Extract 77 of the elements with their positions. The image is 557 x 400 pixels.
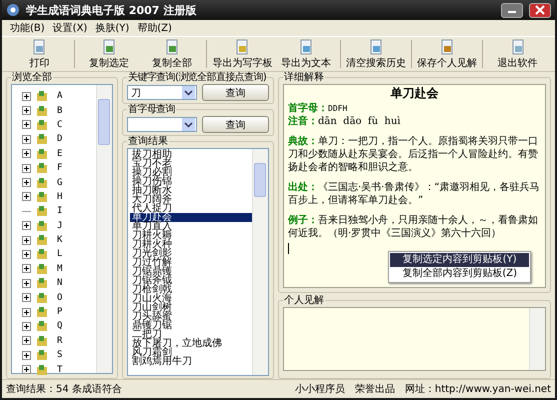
- context-menu-item[interactable]: 复制选定内容到剪贴板(Y): [390, 253, 529, 267]
- group-title: 个人见解: [283, 295, 325, 306]
- result-item[interactable]: 刀锯斧钺: [130, 276, 252, 285]
- context-menu-item[interactable]: 复制全部内容到剪贴板(Z): [390, 267, 529, 281]
- result-item[interactable]: 鼎镬刀锯: [130, 321, 252, 330]
- toolbar-button[interactable]: 复制全部: [140, 38, 204, 70]
- result-item[interactable]: 割鸡焉用牛刀: [130, 357, 252, 366]
- menu-item[interactable]: 功能(B): [10, 21, 45, 35]
- tree-item[interactable]: F: [22, 160, 96, 176]
- toolbar-button[interactable]: 清空搜索历史: [344, 38, 408, 70]
- result-item[interactable]: 操刀伤锦: [130, 177, 252, 186]
- menu-item[interactable]: 帮助(Z): [137, 21, 172, 35]
- result-item[interactable]: 单刀直入: [130, 222, 252, 231]
- result-item[interactable]: 风刀霜剑: [130, 348, 252, 357]
- tree-item[interactable]: O: [22, 290, 96, 305]
- toolbar-button[interactable]: 导出为文本: [274, 38, 338, 70]
- group-title: 查询结果: [127, 136, 169, 147]
- tree-item[interactable]: T: [22, 362, 96, 377]
- tree-item[interactable]: K: [22, 232, 96, 248]
- tree-item[interactable]: B: [22, 103, 96, 118]
- status-text: 小小程序员: [294, 382, 345, 396]
- result-item[interactable]: 刀耕火耨: [130, 231, 252, 240]
- keyword-dropdown[interactable]: 刀: [127, 85, 197, 100]
- result-item[interactable]: 二把刀: [130, 330, 252, 339]
- tree-item[interactable]: J: [22, 218, 96, 233]
- result-item[interactable]: 刀枪剑戟: [130, 285, 252, 294]
- status-text: 查询结果：54 条成语符合: [6, 382, 122, 396]
- result-item[interactable]: 抽刀断水: [130, 186, 252, 195]
- result-item[interactable]: 放下屠刀，立地成佛: [130, 339, 252, 348]
- group-title: 浏览全部: [11, 72, 53, 83]
- result-item[interactable]: 操刀必割: [130, 168, 252, 177]
- tree-item[interactable]: N: [22, 276, 96, 290]
- result-item[interactable]: 刀山剑树: [130, 303, 252, 312]
- tree-item[interactable]: S: [22, 348, 96, 362]
- result-item[interactable]: 拔刀相助: [130, 150, 252, 159]
- detail-field-text: 首字母：DDFH: [288, 102, 348, 115]
- result-item[interactable]: 大刀阔斧: [130, 195, 252, 204]
- tree-item[interactable]: L: [22, 247, 96, 262]
- result-item[interactable]: 刀过竹解: [130, 258, 252, 267]
- toolbar-button[interactable]: 保存个人见解: [415, 38, 480, 70]
- search-button[interactable]: 查询: [202, 84, 269, 101]
- detail-field-text: 出处：《三国志·吴书·鲁肃传》：“肃邀羽相见，各驻兵马百步上，但请将军单刀赴会。”: [288, 181, 541, 207]
- toolbar-button[interactable]: 导出为写字板: [210, 38, 274, 70]
- result-item[interactable]: 刀耕火种: [130, 240, 252, 249]
- tree-item[interactable]: C: [22, 118, 96, 132]
- status-text: 荣誉出品: [354, 382, 395, 396]
- status-text: 网址：http://www.yan-wei.net: [404, 382, 551, 396]
- tree-item[interactable]: G: [22, 175, 96, 190]
- detail-field-text: 典故：单刀：一把刀，指一个人。原指蜀将关羽只带一口刀和少数随从赴东吴宴会。后泛指一个人冒险赴约。有赞扬赴会者的智略和胆识之意。: [288, 135, 539, 174]
- result-item[interactable]: 代人捉刀: [130, 204, 252, 213]
- toolbar-button[interactable]: 退出软件: [486, 38, 549, 70]
- group-title: 关键字查询(浏览全部直接点查询): [127, 72, 268, 83]
- tree-item[interactable]: D: [22, 132, 96, 147]
- menu-item[interactable]: 换肤(Y): [95, 21, 130, 35]
- tree-item[interactable]: H: [22, 190, 96, 204]
- tree-item[interactable]: M: [22, 262, 96, 276]
- detail-field-text: 注音：dān dāo fù huì: [288, 115, 402, 128]
- toolbar-button[interactable]: 复制选定: [78, 38, 141, 70]
- window-title: 学生成语词典电子版 2007 注册版: [26, 2, 196, 18]
- menu-item[interactable]: 设置(X): [52, 21, 88, 35]
- group-title: 详细解释: [283, 72, 325, 83]
- result-item[interactable]: 刀头舔蜜: [130, 312, 252, 321]
- tree-item[interactable]: E: [22, 146, 96, 161]
- toolbar-button[interactable]: 打印: [8, 38, 71, 70]
- tree-item[interactable]: I: [22, 204, 96, 219]
- tree-item[interactable]: P: [22, 304, 96, 320]
- tree-item[interactable]: Q: [22, 319, 96, 334]
- result-item[interactable]: 刀山火海: [130, 294, 252, 303]
- result-item[interactable]: 刀光剑影: [130, 249, 252, 258]
- search-button[interactable]: 查询: [202, 116, 269, 133]
- idiom-heading: 单刀赴会: [390, 87, 440, 100]
- tree-item[interactable]: A: [22, 89, 96, 104]
- result-item[interactable]: 宝刀不老: [130, 159, 252, 168]
- detail-field-text: 例子：吾来日独驾小舟，只用亲随十余人，～，看鲁肃如何近我。（明·罗贯中《三国演义》第六十六回）: [288, 214, 539, 240]
- tree-item[interactable]: R: [22, 334, 96, 348]
- result-item[interactable]: 刀锯鼎镬: [130, 267, 252, 276]
- group-title: 首字母查询: [127, 104, 176, 115]
